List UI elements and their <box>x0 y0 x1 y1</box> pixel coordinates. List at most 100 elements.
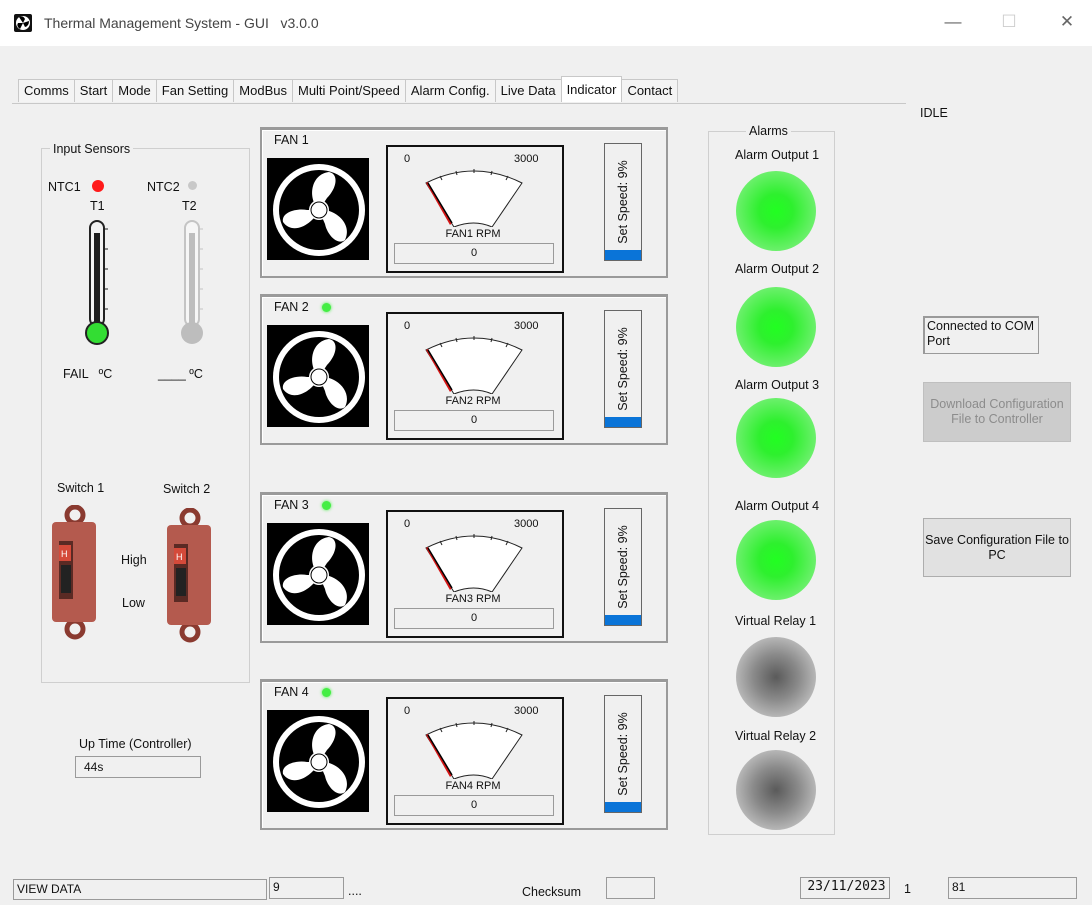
alarm-indicator-led <box>736 398 816 478</box>
rpm-value: 0 <box>394 410 554 431</box>
alarm-indicator-led <box>736 287 816 367</box>
mode-status-field: VIEW DATA <box>13 879 267 900</box>
tab-mode[interactable]: Mode <box>112 79 157 102</box>
svg-text:H: H <box>176 552 183 562</box>
fan-label: FAN 3 <box>274 498 309 512</box>
gauge-dial-icon <box>420 530 528 593</box>
ntc2-indicator-led <box>188 181 197 190</box>
ntc1-label: NTC1 <box>48 180 81 194</box>
t1-label: T1 <box>90 199 105 213</box>
switch1-label: Switch 1 <box>57 481 105 495</box>
status-field-a: 1 <box>904 882 911 896</box>
set-speed-label: Set Speed: 9% <box>616 712 630 796</box>
rpm-label: FAN1 RPM <box>445 228 501 240</box>
alarm-label: Alarm Output 3 <box>735 378 820 392</box>
ntc1-indicator-led <box>92 180 104 192</box>
tab-indicator[interactable]: Indicator <box>560 76 623 102</box>
set-speed-fill <box>605 416 641 427</box>
status-dots: .... <box>348 884 362 898</box>
tab-bar: Comms Start Mode Fan Setting ModBus Mult… <box>18 76 679 103</box>
rpm-value: 0 <box>394 243 554 264</box>
set-speed-bar: Set Speed: 9% <box>604 508 642 626</box>
fan-icon <box>267 523 369 625</box>
date-field: 23/11/2023 <box>800 877 890 899</box>
tab-contact[interactable]: Contact <box>621 79 679 102</box>
input-sensors-label: Input Sensors <box>50 142 134 156</box>
save-config-button[interactable]: Save Configuration File to PC <box>923 518 1071 577</box>
gauge-max-label: 3000 <box>514 320 539 332</box>
set-speed-label: Set Speed: 9% <box>616 160 630 244</box>
gauge-min-label: 0 <box>404 153 411 165</box>
tab-alarm-config[interactable]: Alarm Config. <box>404 79 496 102</box>
gauge-dial-icon <box>420 165 528 228</box>
gauge-max-label: 3000 <box>514 153 539 165</box>
gauge-max-label: 3000 <box>514 518 539 530</box>
t2-label: T2 <box>182 199 197 213</box>
alarms-label: Alarms <box>746 124 791 138</box>
alarm-indicator-led <box>736 520 816 600</box>
fan-icon <box>267 325 369 427</box>
alarm-label: Alarm Output 1 <box>735 148 820 162</box>
tab-fan-setting[interactable]: Fan Setting <box>155 79 235 102</box>
gauge-min-label: 0 <box>404 518 411 530</box>
tab-live-data[interactable]: Live Data <box>494 79 562 102</box>
rpm-label: FAN4 RPM <box>445 780 501 792</box>
alarm-label: Alarm Output 4 <box>735 499 820 513</box>
checksum-label: Checksum <box>522 885 582 899</box>
close-button[interactable]: ✕ <box>1052 12 1082 32</box>
gauge-dial-icon <box>420 332 528 395</box>
switch2-label: Switch 2 <box>163 482 211 496</box>
uptime-value: 44s <box>75 756 201 778</box>
alarm-label: Virtual Relay 2 <box>735 729 817 743</box>
switch2-icon[interactable]: H <box>162 507 222 643</box>
set-speed-bar: Set Speed: 9% <box>604 695 642 813</box>
set-speed-fill <box>605 801 641 812</box>
set-speed-fill <box>605 249 641 260</box>
window-title: Thermal Management System - GUI v3.0.0 <box>44 15 319 31</box>
alarm-label: Alarm Output 2 <box>735 262 820 276</box>
thermometer-t1-icon <box>82 219 112 349</box>
fan-status-led <box>322 303 331 312</box>
fan-status-led <box>322 501 331 510</box>
rpm-label: FAN2 RPM <box>445 395 501 407</box>
relay-indicator-led <box>736 637 816 717</box>
maximize-button[interactable]: ☐ <box>994 12 1024 32</box>
gauge-min-label: 0 <box>404 320 411 332</box>
thermometer-t2-icon <box>177 219 207 349</box>
switch1-icon[interactable]: H <box>47 504 107 640</box>
connection-status-field: Connected to COM Port <box>923 316 1039 354</box>
t2-value: ____ ºC <box>158 367 203 381</box>
fan-status-led <box>322 688 331 697</box>
set-speed-fill <box>605 614 641 625</box>
status-field-count: 9 <box>269 877 344 899</box>
fan-label: FAN 2 <box>274 300 309 314</box>
alarm-indicator-led <box>736 171 816 251</box>
svg-text:H: H <box>61 549 68 559</box>
checksum-field <box>606 877 655 899</box>
minimize-button[interactable]: — <box>938 12 968 32</box>
fan-label: FAN 1 <box>274 133 309 147</box>
gauge-min-label: 0 <box>404 705 411 717</box>
t1-value: FAIL ºC <box>63 367 113 381</box>
tab-start[interactable]: Start <box>73 79 114 102</box>
uptime-label: Up Time (Controller) <box>79 737 192 751</box>
ntc2-label: NTC2 <box>147 180 180 194</box>
status-field-b: 81 <box>948 877 1077 899</box>
download-config-button[interactable]: Download Configuration File to Controlle… <box>923 382 1071 442</box>
set-speed-label: Set Speed: 9% <box>616 327 630 411</box>
tab-modbus[interactable]: ModBus <box>233 79 293 102</box>
fan-label: FAN 4 <box>274 685 309 699</box>
tab-multi-point-speed[interactable]: Multi Point/Speed <box>291 79 406 102</box>
fan-icon <box>267 158 369 260</box>
low-label: Low <box>122 596 145 610</box>
set-speed-label: Set Speed: 9% <box>616 525 630 609</box>
gauge-dial-icon <box>420 717 528 780</box>
fan-app-icon <box>14 14 32 32</box>
rpm-value: 0 <box>394 795 554 816</box>
fan-icon <box>267 710 369 812</box>
relay-indicator-led <box>736 750 816 830</box>
tab-comms[interactable]: Comms <box>18 79 75 102</box>
high-label: High <box>121 553 147 567</box>
idle-status-label: IDLE <box>920 106 948 120</box>
gauge-max-label: 3000 <box>514 705 539 717</box>
